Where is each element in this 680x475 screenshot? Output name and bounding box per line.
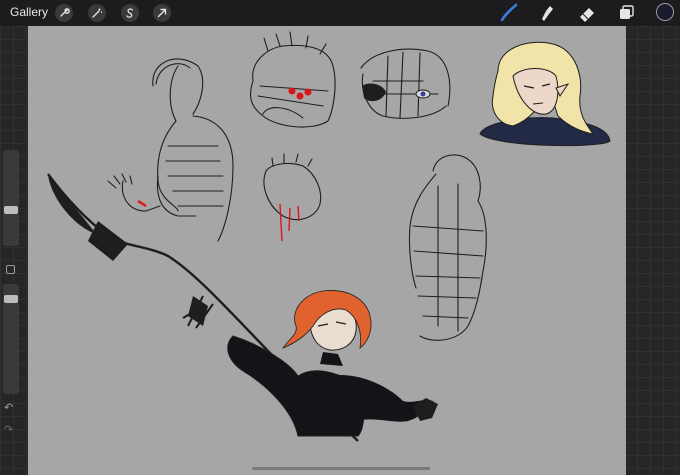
top-toolbar: Gallery: [0, 0, 680, 26]
eye-detail: [362, 83, 431, 102]
current-color-swatch[interactable]: [656, 3, 674, 21]
back-view-figure-sketch: [408, 154, 487, 341]
sketch-artwork: [47, 31, 611, 442]
left-sidebar: ↶ ↷: [0, 148, 22, 443]
home-indicator: [252, 467, 430, 470]
smudge-icon[interactable]: [537, 3, 559, 23]
magic-wand-icon[interactable]: [88, 4, 106, 22]
clawed-hand-sketch: [249, 31, 336, 128]
drawing-canvas[interactable]: [28, 26, 626, 475]
bloody-fist-sketch: [263, 153, 322, 221]
opacity-knob[interactable]: [4, 295, 18, 303]
brush-size-slider[interactable]: [3, 150, 19, 246]
undo-icon[interactable]: ↶: [4, 401, 13, 414]
selection-s-icon[interactable]: [121, 4, 139, 22]
blonde-elf-bust: [479, 41, 611, 147]
brush-size-knob[interactable]: [4, 206, 18, 214]
wrench-icon[interactable]: [55, 4, 73, 22]
brush-icon[interactable]: [498, 3, 520, 23]
redhead-warrior-with-spear: [47, 173, 438, 442]
redo-icon[interactable]: ↷: [4, 423, 13, 436]
eraser-icon[interactable]: [576, 3, 598, 23]
modify-square-button[interactable]: [6, 265, 15, 274]
gallery-button[interactable]: Gallery: [10, 5, 48, 19]
blood-marks: [137, 87, 312, 242]
sketch-figure-with-claw: [107, 58, 234, 242]
opacity-slider[interactable]: [3, 284, 19, 394]
eyepatch-face-sketch: [360, 48, 451, 119]
layers-icon[interactable]: [615, 3, 637, 23]
transform-arrow-icon[interactable]: [153, 4, 171, 22]
